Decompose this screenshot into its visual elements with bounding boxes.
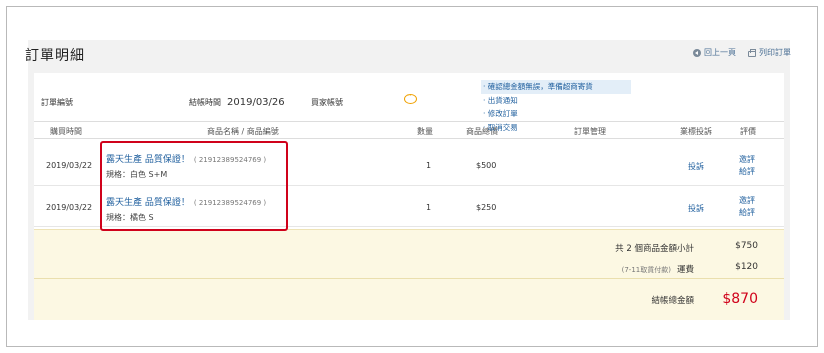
print-button[interactable]: 列印訂單 <box>748 47 791 58</box>
invite-rating-link[interactable]: 邀評 <box>739 195 755 206</box>
col-report: 業標投訴 <box>680 127 712 136</box>
order-number-label: 訂單編號 <box>41 98 73 107</box>
back-label: 回上一頁 <box>704 48 736 57</box>
col-purchase-time: 購買時間 <box>50 127 82 136</box>
total-value: $870 <box>722 291 758 307</box>
cancel-transaction-link[interactable]: ‧ 取消交易 <box>481 121 631 135</box>
confirm-ship-link[interactable]: ‧ 確認總金額無誤，準備超商寄貨 <box>481 80 631 94</box>
buyer-label: 買家帳號 <box>311 98 343 107</box>
ship-notice-link[interactable]: ‧ 出貨通知 <box>481 94 631 108</box>
give-rating-link[interactable]: 給評 <box>739 166 755 177</box>
table-header: 購買時間 商品名稱 / 商品編號 數量 商品總價 訂單管理 業標投訴 評價 <box>34 121 784 139</box>
row-date: 2019/03/22 <box>46 203 93 212</box>
col-rating: 評價 <box>740 127 756 136</box>
row-quantity: 1 <box>426 161 432 170</box>
subtotal-label: 共 2 個商品金額小計 <box>615 244 694 254</box>
highlight-box <box>100 141 288 231</box>
give-rating-link[interactable]: 給評 <box>739 207 755 218</box>
order-summary: 共 2 個商品金額小計 $750 (7-11取貨付款) 運費 $120 結帳總金額… <box>34 229 784 320</box>
page-title: 訂單明細 <box>25 48 85 64</box>
subtotal-value: $750 <box>735 241 758 251</box>
shipping-value: $120 <box>735 262 758 272</box>
col-product: 商品名稱 / 商品編號 <box>207 127 279 136</box>
shipping-note: (7-11取貨付款) <box>621 266 671 274</box>
chat-icon[interactable] <box>404 91 417 104</box>
report-link[interactable]: 投訴 <box>688 161 704 172</box>
printer-icon <box>748 48 756 57</box>
back-button[interactable]: 回上一頁 <box>693 47 736 58</box>
header-actions: 回上一頁 列印訂單 <box>693 47 791 58</box>
row-date: 2019/03/22 <box>46 161 93 170</box>
checkout-time: 結帳時間 2019/03/26 <box>189 97 285 108</box>
report-link[interactable]: 投訴 <box>688 203 704 214</box>
checkout-time-value: 2019/03/26 <box>227 97 285 108</box>
edit-order-link[interactable]: ‧ 修改訂單 <box>481 107 631 121</box>
invite-rating-link[interactable]: 邀評 <box>739 154 755 165</box>
col-quantity: 數量 <box>417 127 433 136</box>
print-label: 列印訂單 <box>759 48 791 57</box>
row-price: $250 <box>476 203 497 212</box>
back-arrow-icon <box>693 48 701 57</box>
summary-divider <box>34 278 784 279</box>
shipping-label: 運費 <box>676 265 694 275</box>
shipping-label-group: (7-11取貨付款) 運費 <box>622 263 694 275</box>
order-management-list: ‧ 確認總金額無誤，準備超商寄貨 ‧ 出貨通知 ‧ 修改訂單 ‧ 取消交易 <box>481 80 631 134</box>
total-label: 結帳總金額 <box>651 296 694 306</box>
row-quantity: 1 <box>426 203 432 212</box>
checkout-time-label: 結帳時間 <box>189 98 221 107</box>
row-price: $500 <box>476 161 497 170</box>
